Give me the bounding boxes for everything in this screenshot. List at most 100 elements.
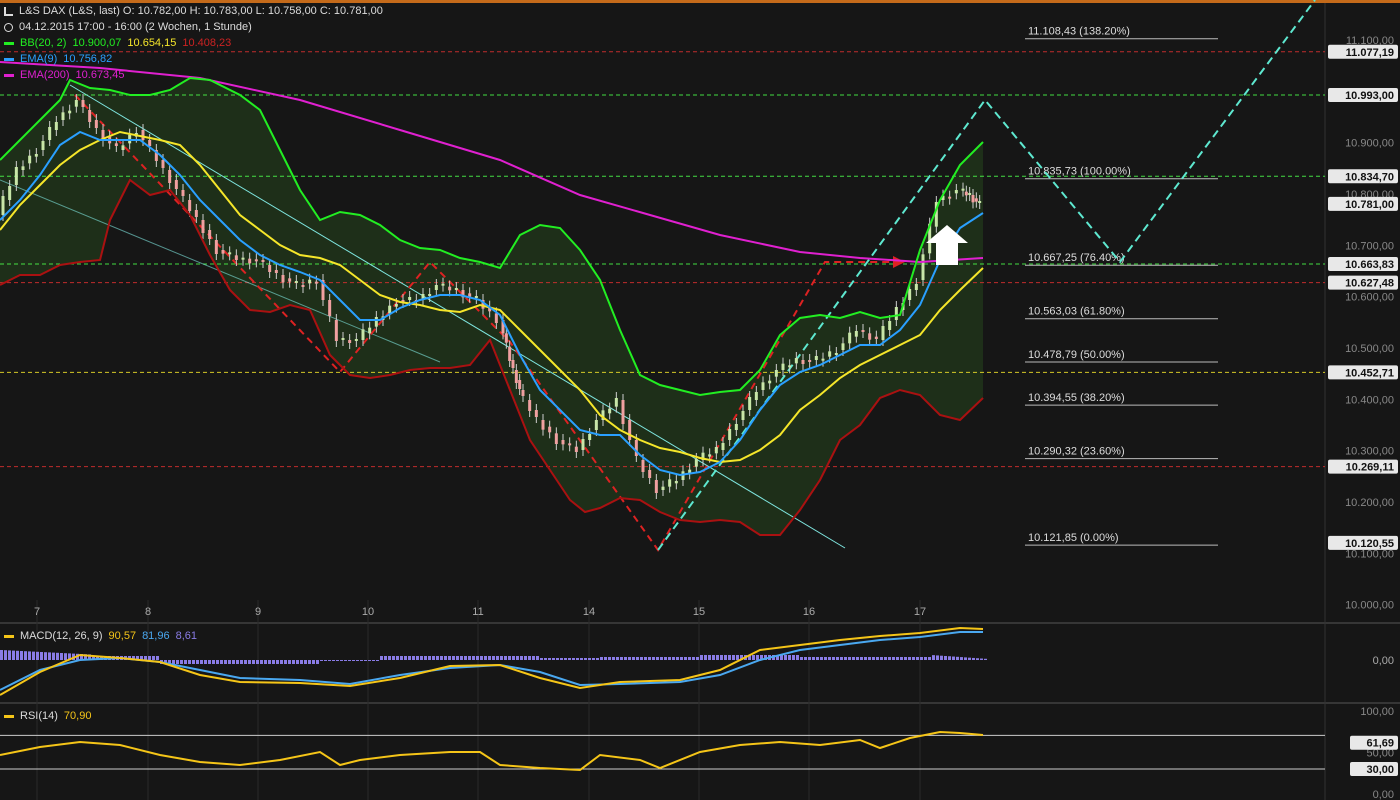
- macd-histogram-bar: [156, 656, 159, 660]
- macd-histogram-bar: [896, 657, 899, 660]
- candle-body: [428, 294, 432, 296]
- macd-histogram-bar: [520, 656, 523, 660]
- macd-histogram-bar: [456, 656, 459, 660]
- candle-body: [368, 327, 372, 334]
- y-tick-label: 10.600,00: [1345, 292, 1394, 304]
- candle-body: [188, 200, 192, 211]
- macd-histogram-bar: [828, 657, 831, 660]
- macd-histogram-bar: [12, 650, 15, 660]
- legend-ema200[interactable]: EMA(200) 10.673,45: [4, 69, 124, 81]
- macd-histogram-bar: [956, 656, 959, 660]
- macd-histogram-bar: [808, 657, 811, 660]
- macd-histogram-bar: [288, 660, 291, 664]
- candle-body: [374, 317, 378, 327]
- macd-histogram-bar: [888, 657, 891, 660]
- candle-body: [314, 281, 318, 284]
- macd-histogram-bar: [652, 657, 655, 660]
- candle-body: [1, 196, 5, 215]
- macd-histogram-bar: [408, 656, 411, 660]
- macd-histogram-bar: [664, 657, 667, 660]
- ema200-name: EMA(200): [20, 69, 70, 81]
- macd-histogram-bar: [892, 657, 895, 660]
- macd-histogram-bar: [336, 660, 339, 661]
- candle-body: [74, 100, 78, 107]
- macd-histogram-bar: [524, 656, 527, 660]
- macd-histogram-bar: [860, 657, 863, 660]
- candle-body: [361, 329, 365, 340]
- candle-body: [894, 307, 898, 320]
- macd-y-tick: 0,00: [1373, 655, 1394, 667]
- macd-histogram-bar: [448, 656, 451, 660]
- candle-body: [28, 155, 32, 164]
- macd-histogram-bar: [340, 660, 343, 661]
- x-tick-label: 9: [255, 606, 261, 618]
- legend-rsi[interactable]: RSI(14) 70,90: [4, 710, 91, 722]
- macd-histogram-bar: [208, 660, 211, 664]
- macd-histogram-bar: [268, 660, 271, 664]
- macd-histogram-bar: [736, 655, 739, 660]
- macd-histogram-bar: [560, 658, 563, 660]
- macd-histogram-bar: [380, 656, 383, 660]
- macd-histogram-bar: [8, 650, 11, 660]
- ohlc-text: L&S DAX (L&S, last) O: 10.782,00 H: 10.7…: [19, 5, 383, 17]
- candle-body: [654, 480, 658, 493]
- macd-histogram-bar: [472, 656, 475, 660]
- price-marker-label: 10.663,83: [1345, 259, 1394, 271]
- legend-bb[interactable]: BB(20, 2) 10.900,07 10.654,15 10.408,23: [4, 37, 231, 49]
- macd-histogram-bar: [884, 657, 887, 660]
- candle-body: [88, 110, 92, 122]
- candle-body: [194, 210, 198, 217]
- legend-ema9[interactable]: EMA(9) 10.756,82: [4, 53, 112, 65]
- candle-body: [334, 320, 338, 341]
- candle-body: [714, 447, 718, 454]
- macd-histogram-bar: [256, 660, 259, 664]
- candle-body: [608, 408, 612, 414]
- clock-icon: [4, 22, 13, 32]
- macd-histogram-bar: [48, 652, 51, 660]
- bb-name: BB(20, 2): [20, 37, 67, 49]
- candle-body: [734, 424, 738, 430]
- macd-histogram-bar: [588, 658, 591, 660]
- chart-canvas: 7 8 9 10 11 14 15 16 1711.100,0010.900,0010.800,…: [0, 0, 1400, 800]
- macd-histogram-bar: [528, 656, 531, 660]
- candle-body: [641, 460, 645, 472]
- macd-histogram-bar: [628, 657, 631, 660]
- macd-histogram-bar: [284, 660, 287, 664]
- candle-body: [974, 198, 978, 202]
- legend-macd[interactable]: MACD(12, 26, 9) 90,57 81,96 8,61: [4, 630, 197, 642]
- macd-histogram-bar: [320, 660, 323, 661]
- ema9-value: 10.756,82: [63, 53, 113, 65]
- macd-histogram-bar: [188, 660, 191, 664]
- candle-body: [288, 278, 292, 282]
- macd-histogram-bar: [856, 657, 859, 660]
- macd-histogram-bar: [392, 656, 395, 660]
- macd-histogram-bar: [304, 660, 307, 664]
- candle-body: [354, 339, 358, 341]
- macd-histogram-bar: [176, 660, 179, 664]
- candle-body: [548, 426, 552, 433]
- candle-body: [561, 440, 565, 445]
- macd-histogram-bar: [376, 660, 379, 661]
- candle-body: [448, 286, 452, 291]
- macd-histogram-bar: [700, 655, 703, 660]
- macd-histogram-bar: [180, 660, 183, 664]
- candle-body: [494, 313, 498, 323]
- chart-type-icon: [4, 6, 13, 16]
- macd-histogram-bar: [316, 660, 319, 664]
- candle-body: [41, 141, 45, 150]
- macd-histogram-bar: [32, 651, 35, 660]
- macd-histogram-bar: [568, 658, 571, 660]
- fib-level-label: 10.394,55 (38.20%): [1028, 392, 1125, 404]
- macd-histogram-bar: [20, 651, 23, 660]
- macd-histogram-bar: [832, 657, 835, 660]
- candle-body: [821, 358, 825, 361]
- candle-body: [301, 285, 305, 287]
- macd-histogram-bar: [944, 655, 947, 660]
- macd-histogram-bar: [540, 658, 543, 660]
- macd-histogram-bar: [812, 657, 815, 660]
- macd-histogram-bar: [300, 660, 303, 664]
- candle-body: [394, 304, 398, 307]
- candle-body: [748, 397, 752, 410]
- legend-ohlc: L&S DAX (L&S, last) O: 10.782,00 H: 10.7…: [4, 5, 383, 17]
- ema200-value: 10.673,45: [75, 69, 125, 81]
